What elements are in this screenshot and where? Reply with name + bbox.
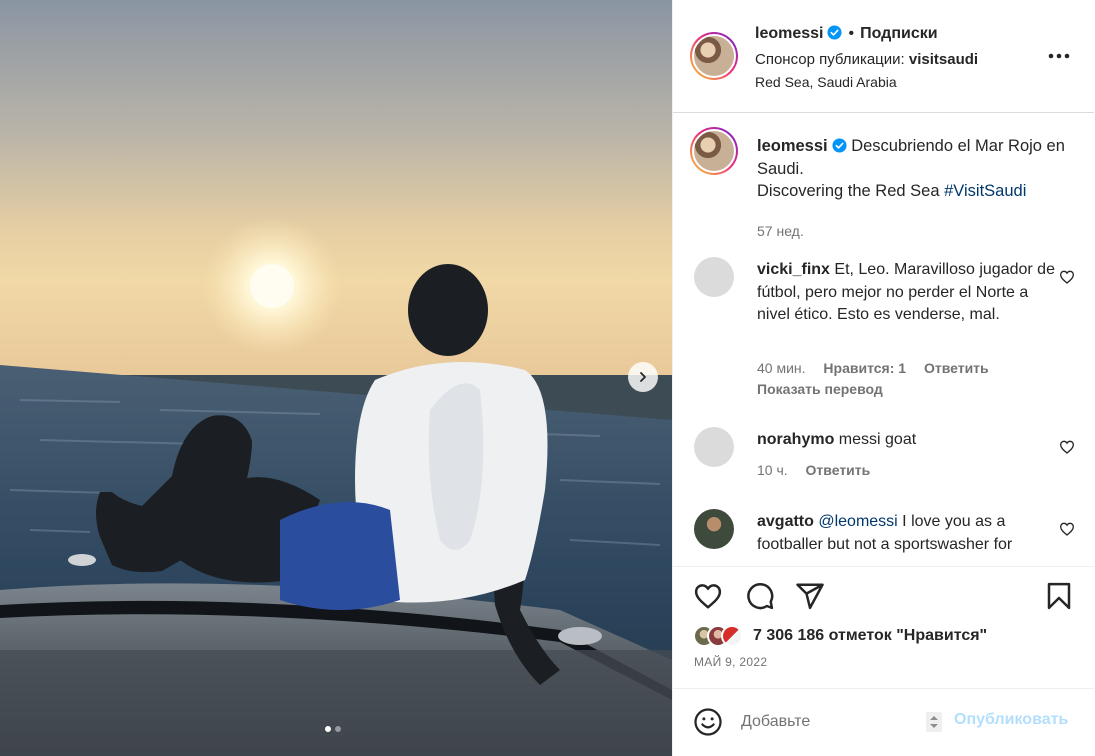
post-photo[interactable] — [0, 0, 672, 756]
comment-like-icon[interactable] — [1059, 439, 1075, 455]
caption-meta: 57 нед. — [757, 223, 818, 239]
chevron-right-icon — [640, 372, 646, 382]
publish-button[interactable]: Опубликовать — [954, 711, 1068, 729]
comment-like-icon[interactable] — [1059, 521, 1075, 537]
carousel-dot — [335, 726, 341, 732]
commenter-avatar[interactable] — [694, 509, 734, 549]
comment-time[interactable]: 10 ч. — [757, 462, 788, 478]
location-link[interactable]: Red Sea, Saudi Arabia — [755, 74, 897, 90]
comment-time[interactable]: 40 мин. — [757, 360, 806, 376]
comment-text: avgatto @leomessi I love you as a footba… — [757, 511, 1057, 556]
comment-item: avgatto @leomessi I love you as a footba… — [673, 509, 1094, 566]
reply-button[interactable]: Ответить — [806, 462, 871, 478]
show-translation-button[interactable]: Показать перевод — [757, 381, 883, 397]
post-side-panel: leomessi • Подписки Спонсор публикации: vi… — [672, 0, 1095, 756]
commenter-avatar[interactable] — [694, 257, 734, 297]
commenter-avatar[interactable] — [694, 427, 734, 467]
comment-likes[interactable]: Нравится: 1 — [823, 360, 906, 376]
caption-author-avatar[interactable] — [690, 127, 738, 175]
following-button[interactable]: Подписки — [860, 25, 937, 42]
sponsor-link[interactable]: visitsaudi — [909, 51, 978, 68]
comment-meta: 40 мин. Нравится: 1 Ответить — [757, 360, 1003, 376]
heart-icon[interactable] — [693, 581, 723, 611]
mention-link[interactable]: @leomessi — [818, 513, 897, 530]
post-date[interactable]: МАЙ 9, 2022 — [694, 655, 767, 669]
comments-list[interactable]: leomessi Descubriendo el Mar Rojo en Sau… — [673, 113, 1094, 566]
post-actions: 7 306 186 отметок "Нравится" МАЙ 9, 2022 — [673, 566, 1094, 688]
header-author-line: leomessi • Подписки — [755, 25, 938, 43]
author-avatar[interactable] — [690, 32, 738, 80]
comment-text: vicki_finx Et, Leo. Maravilloso jugador … — [757, 259, 1057, 327]
author-username[interactable]: leomessi — [755, 25, 823, 42]
verified-badge-icon — [827, 25, 843, 40]
reply-button[interactable]: Ответить — [924, 360, 989, 376]
comment-like-icon[interactable] — [1059, 269, 1075, 285]
comment-username[interactable]: avgatto — [757, 513, 814, 530]
sponsor-prefix: Спонсор публикации: — [755, 51, 905, 68]
comment-body: messi goat — [838, 431, 917, 448]
header-separator: • — [848, 25, 855, 42]
more-options-icon — [1048, 53, 1070, 59]
carousel-dot-active — [325, 726, 331, 732]
likes-summary[interactable]: 7 306 186 отметок "Нравится" — [693, 623, 987, 649]
comment-item: norahymo messi goat 10 ч. Ответить — [673, 427, 1094, 497]
comment-meta: 10 ч. Ответить — [757, 462, 884, 478]
comment-composer: Опубликовать — [673, 688, 1094, 756]
comment-input[interactable] — [741, 709, 911, 735]
verified-badge-icon — [832, 138, 847, 153]
comment-bubble-icon[interactable] — [745, 581, 775, 611]
emoji-smiley-icon[interactable] — [693, 707, 723, 737]
more-options-button[interactable] — [1045, 46, 1073, 66]
post-header: leomessi • Подписки Спонсор публикации: vi… — [673, 0, 1094, 113]
post-caption: leomessi Descubriendo el Mar Rojo en Sau… — [673, 127, 1094, 247]
comment-username[interactable]: norahymo — [757, 431, 834, 448]
paper-plane-icon[interactable] — [795, 581, 825, 611]
carousel-indicator — [325, 726, 341, 732]
comment-text: norahymo messi goat — [757, 429, 1057, 452]
hashtag-link[interactable]: #VisitSaudi — [944, 182, 1026, 200]
caption-time[interactable]: 57 нед. — [757, 223, 804, 239]
liker-avatar — [721, 625, 743, 647]
bookmark-icon[interactable] — [1044, 581, 1074, 611]
caption-username[interactable]: leomessi — [757, 137, 828, 155]
textarea-resize-icon[interactable] — [925, 711, 943, 733]
caption-line-2: Discovering the Red Sea — [757, 182, 945, 200]
comment-item: vicki_finx Et, Leo. Maravilloso jugador … — [673, 257, 1094, 407]
caption-text: leomessi Descubriendo el Mar Rojo en Sau… — [757, 135, 1067, 203]
likes-count[interactable]: 7 306 186 отметок "Нравится" — [753, 627, 987, 645]
sponsor-line: Спонсор публикации: visitsaudi — [755, 51, 978, 68]
next-photo-button[interactable] — [628, 362, 658, 392]
sunset-boat-photo — [0, 0, 672, 756]
comment-username[interactable]: vicki_finx — [757, 261, 830, 278]
